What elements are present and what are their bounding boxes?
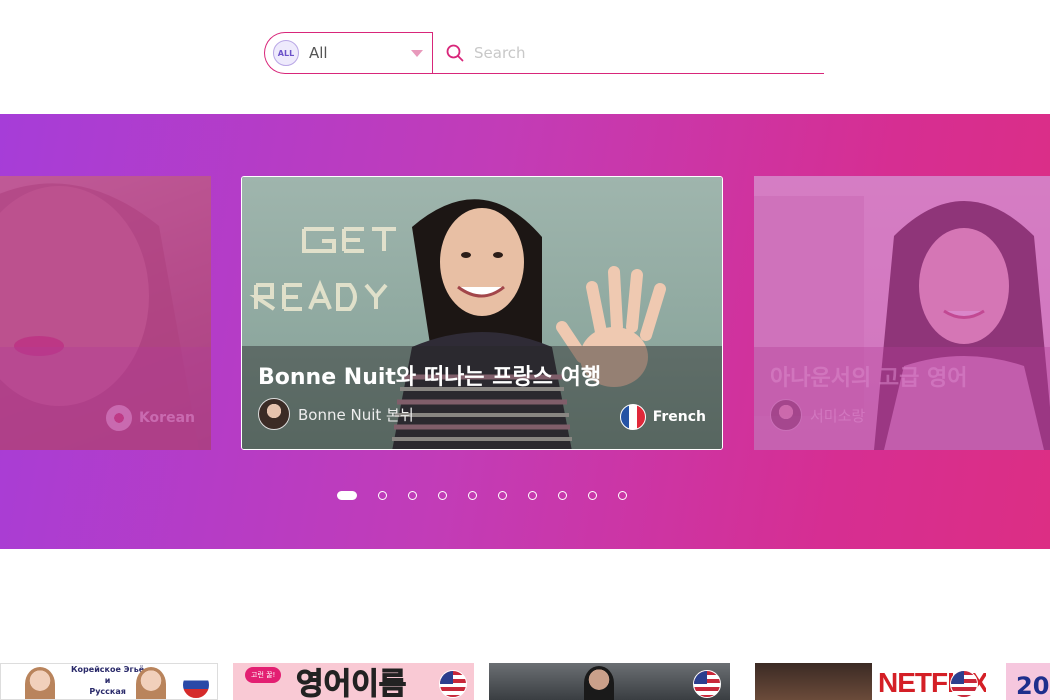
carousel-caption: Bonne Nuit와 떠나는 프랑스 여행 Bonne Nuit 본뉘 Fre… [242,346,722,449]
language-select-value: All [309,44,328,62]
language-select[interactable]: ALL All [264,32,433,74]
video-thumbnail[interactable]: 201 [1006,663,1050,700]
carousel-thumbnail [0,176,211,450]
thumbnail-face [25,667,55,699]
search-bar: ALL All [264,32,824,74]
carousel-dot[interactable] [378,491,387,500]
all-language-icon: ALL [273,40,299,66]
avatar [258,398,290,430]
author-name: 서미소랑 [810,406,866,425]
carousel-dot[interactable] [588,491,597,500]
korea-flag-icon [105,405,132,431]
search-field [432,32,824,74]
language-tag: Korean [105,405,195,431]
carousel-card-next[interactable]: 아나운서의 고급 영어 서미소랑 [754,176,1050,450]
thumbnail-caption: 201 [1016,672,1050,700]
carousel-thumbnail [754,176,1050,450]
thumbnail-caption: 영어이름 [295,667,407,700]
language-tag-label: Korean [138,410,195,426]
author-name: Bonne Nuit 본뉘 [298,405,414,424]
carousel-caption: 아나운서의 고급 영어 서미소랑 [754,347,1050,450]
thumbnail-face [136,667,166,699]
featured-carousel: Korean Bonne Nuit와 떠나는 프랑스 여행 Bonne Nuit… [0,114,1050,549]
carousel-caption: Korean [0,347,211,450]
search-icon[interactable] [446,44,464,62]
usa-flag-icon [439,670,467,698]
russia-flag-icon [182,671,210,699]
usa-flag-icon [693,670,721,698]
video-thumbnail-row: Корейское Эгьё и Русская 고런 꿀! 영어이름 NETF… [0,663,1050,700]
carousel-title: Bonne Nuit와 떠나는 프랑스 여행 [258,365,602,390]
carousel-dot[interactable] [618,491,627,500]
carousel-title: 아나운서의 고급 영어 [770,366,968,391]
carousel-pagination [337,491,648,500]
author: Bonne Nuit 본뉘 [258,398,414,430]
carousel-dot[interactable] [337,491,357,500]
video-thumbnail[interactable]: Корейское Эгьё и Русская [0,663,218,700]
usa-flag-icon [950,670,978,698]
chevron-down-icon[interactable] [411,50,423,57]
language-tag-label: French [652,409,706,425]
carousel-dot[interactable] [468,491,477,500]
france-flag-icon [619,404,646,430]
video-thumbnail[interactable]: NETFLIX [745,663,986,700]
video-thumbnail[interactable]: 고런 꿀! 영어이름 [233,663,474,700]
search-input[interactable] [474,43,804,62]
avatar [770,399,802,431]
thumbnail-caption: Корейское Эгьё и Русская [71,665,145,696]
carousel-dot[interactable] [408,491,417,500]
video-thumbnail[interactable] [489,663,730,700]
thumbnail-badge: 고런 꿀! [245,667,282,683]
carousel-dot[interactable] [558,491,567,500]
carousel-dot[interactable] [498,491,507,500]
thumbnail-face [584,666,614,700]
language-tag: French [619,404,706,430]
author: 서미소랑 [770,399,865,431]
carousel-card-prev[interactable]: Korean [0,176,211,450]
carousel-dot[interactable] [528,491,537,500]
carousel-dot[interactable] [438,491,447,500]
thumbnail-face [755,663,872,700]
carousel-card-main[interactable]: Bonne Nuit와 떠나는 프랑스 여행 Bonne Nuit 본뉘 Fre… [241,176,723,450]
